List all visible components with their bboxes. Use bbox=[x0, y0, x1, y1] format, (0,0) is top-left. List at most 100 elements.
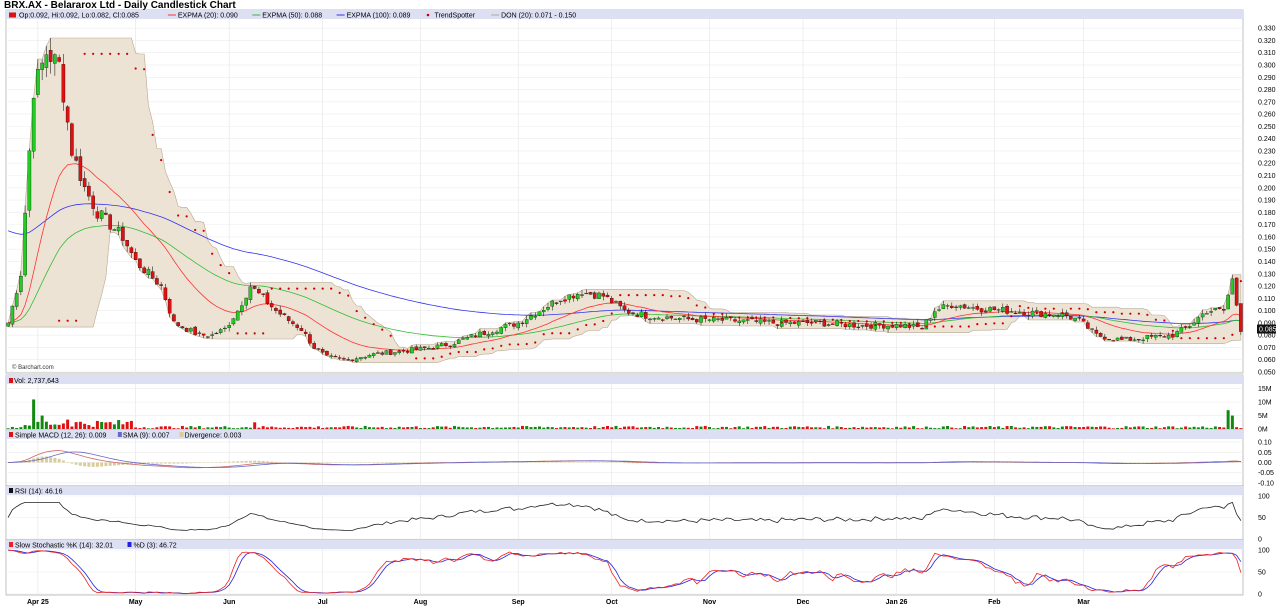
volume-bar bbox=[236, 428, 240, 429]
trendspotter-dot bbox=[262, 332, 265, 335]
trendspotter-dot bbox=[534, 341, 537, 344]
volume-bar bbox=[1018, 427, 1022, 429]
volume-bar bbox=[1022, 427, 1026, 429]
volume-bar bbox=[491, 428, 495, 429]
candle-body bbox=[563, 299, 567, 302]
candle-body bbox=[427, 347, 431, 350]
trendspotter-dot bbox=[466, 350, 469, 354]
candle-body bbox=[996, 309, 1001, 311]
volume-bar bbox=[1162, 427, 1166, 429]
chart-root: BRX.AX - Belararox Ltd - Daily Candlesti… bbox=[0, 0, 1279, 615]
candle-body bbox=[520, 322, 525, 324]
macd-divergence-bar bbox=[236, 461, 240, 463]
candle-body bbox=[865, 323, 869, 327]
candle-body bbox=[899, 324, 903, 328]
candle-body bbox=[945, 305, 950, 307]
volume-bar bbox=[1167, 426, 1171, 429]
candle-body bbox=[1090, 328, 1094, 330]
macd-divergence-bar bbox=[163, 462, 167, 464]
candle-body bbox=[660, 319, 665, 321]
trendspotter-dot bbox=[525, 342, 528, 346]
volume-bar bbox=[1145, 427, 1149, 429]
volume-bar bbox=[452, 425, 456, 429]
candle-body bbox=[99, 210, 104, 219]
trendspotter-dot bbox=[364, 316, 367, 319]
trendspotter-dot bbox=[551, 332, 554, 335]
macd-sma-swatch bbox=[117, 432, 122, 437]
trendspotter-dot bbox=[695, 304, 698, 307]
volume-bar bbox=[708, 427, 712, 429]
volume-bar bbox=[397, 426, 401, 429]
candle-body bbox=[503, 324, 508, 328]
volume-bar bbox=[623, 426, 626, 429]
volume-bar bbox=[333, 427, 337, 429]
trendspotter-dot bbox=[772, 316, 775, 319]
volume-bar bbox=[384, 428, 388, 429]
candle-body bbox=[1043, 313, 1048, 318]
volume-bar bbox=[176, 428, 180, 429]
candle-body bbox=[1205, 313, 1209, 315]
chart-canvas[interactable]: 0.0500.0600.0700.0800.0900.1000.1100.120… bbox=[0, 0, 1279, 615]
watermark: © Barchart.com bbox=[12, 364, 54, 371]
volume-bar bbox=[202, 428, 206, 429]
macd-divergence-bar bbox=[384, 461, 388, 463]
candle-body bbox=[244, 297, 248, 306]
trendspotter-dot bbox=[644, 294, 647, 297]
trendspotter-dot bbox=[704, 306, 707, 309]
volume-bar bbox=[478, 427, 482, 429]
candle-body bbox=[227, 325, 231, 328]
trendspotter-dot bbox=[75, 319, 78, 322]
trendspotter-dot bbox=[610, 312, 613, 315]
candle-body bbox=[1213, 308, 1218, 311]
candle-body bbox=[690, 318, 695, 321]
trendspotter-dot bbox=[92, 52, 95, 55]
candle-body bbox=[1107, 339, 1111, 341]
macd-divergence-bar bbox=[87, 462, 91, 467]
volume-bar bbox=[91, 426, 95, 429]
candle-body bbox=[1158, 335, 1162, 337]
candle-body bbox=[303, 331, 308, 334]
macd-tick-label: -0.05 bbox=[1258, 470, 1274, 477]
volume-bar bbox=[1065, 426, 1069, 429]
volume-bar bbox=[1086, 426, 1090, 429]
candle-body bbox=[1188, 326, 1192, 328]
candle-body bbox=[367, 355, 372, 358]
macd-divergence-bar bbox=[312, 462, 316, 464]
trendspotter-dot bbox=[763, 316, 766, 319]
volume-bar bbox=[878, 427, 882, 429]
candle-body bbox=[890, 324, 895, 328]
volume-bar bbox=[848, 427, 852, 429]
volume-bar bbox=[410, 426, 414, 429]
macd-divergence-bar bbox=[627, 462, 631, 464]
volume-bar bbox=[1031, 426, 1035, 429]
trendspotter-dot bbox=[797, 317, 800, 320]
candle-body bbox=[1132, 339, 1137, 341]
stoch-legend-k: Slow Stochastic %K (14): 32.01 bbox=[15, 543, 113, 550]
candle-body bbox=[499, 327, 503, 334]
volume-bar bbox=[1150, 427, 1154, 429]
volume-bar bbox=[482, 427, 486, 429]
volume-tick-label: 10M bbox=[1258, 400, 1272, 407]
candle-body bbox=[486, 334, 491, 337]
candle-body bbox=[316, 348, 321, 350]
candle-body bbox=[269, 303, 274, 308]
volume-bar bbox=[210, 427, 214, 429]
volume-bar bbox=[797, 426, 801, 429]
volume-bar bbox=[338, 427, 342, 429]
volume-bar bbox=[839, 427, 843, 429]
volume-bar bbox=[265, 427, 269, 429]
candle-body bbox=[218, 329, 223, 333]
volume-bar bbox=[231, 428, 235, 429]
volume-bar bbox=[180, 425, 184, 429]
candle-body bbox=[371, 353, 376, 356]
candle-body bbox=[252, 286, 257, 289]
volume-bar bbox=[1120, 427, 1124, 429]
candle-body bbox=[167, 299, 172, 314]
trendspotter-dot bbox=[1180, 337, 1183, 340]
candle-body bbox=[444, 343, 448, 346]
volume-bar bbox=[172, 428, 176, 429]
candle-body bbox=[1077, 317, 1082, 319]
macd-divergence-bar bbox=[631, 462, 635, 464]
volume-bar bbox=[461, 427, 465, 429]
candle-body bbox=[928, 318, 933, 321]
